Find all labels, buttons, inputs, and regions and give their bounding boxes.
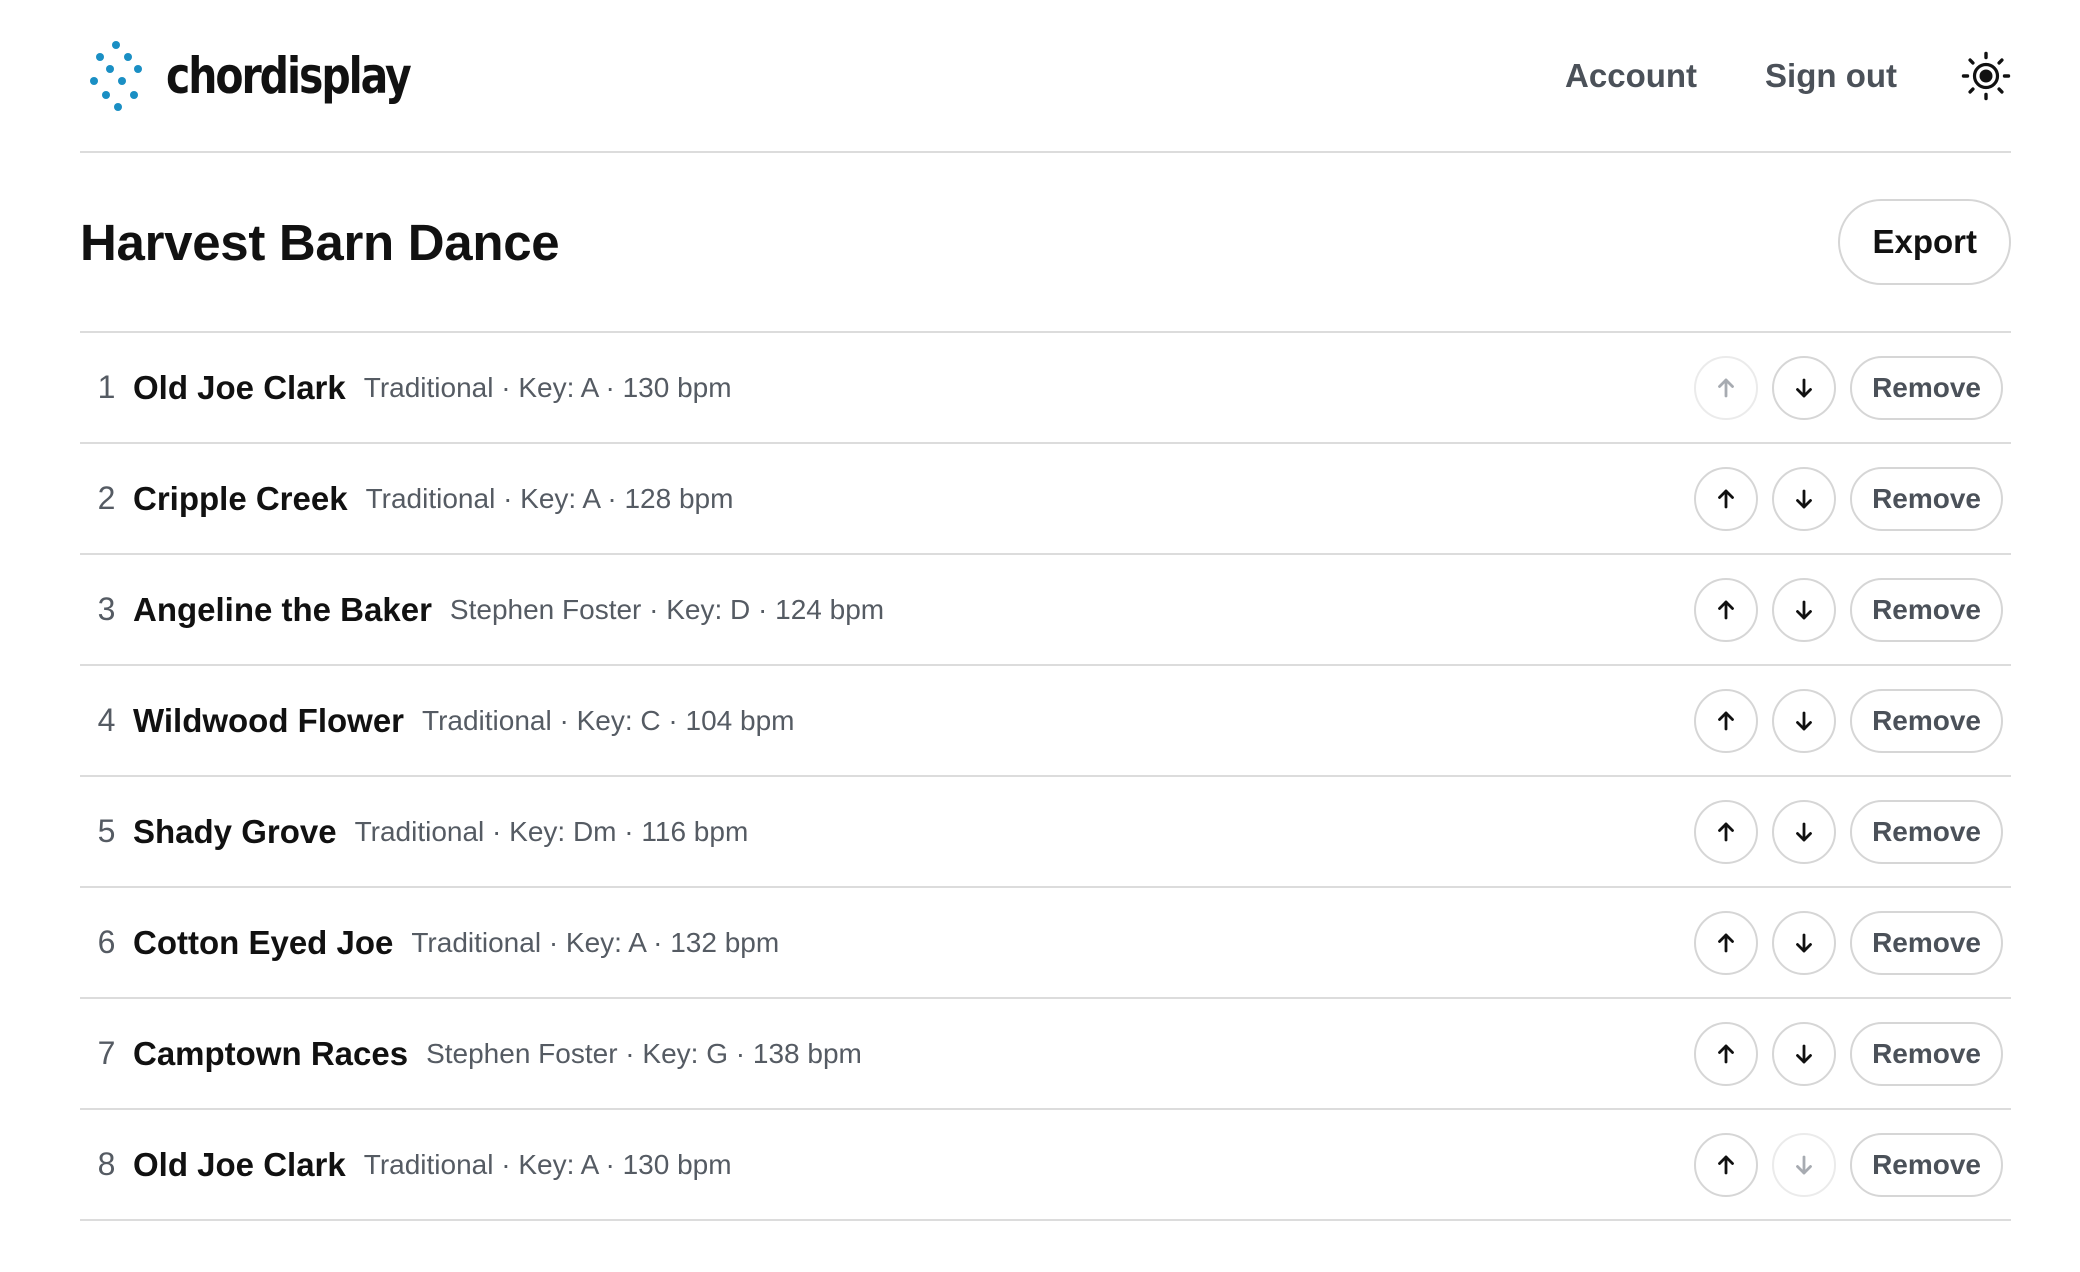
song-title: Cripple Creek (133, 479, 348, 517)
song-title: Angeline the Baker (133, 590, 432, 628)
song-index: 7 (97, 1035, 116, 1071)
song-index: 1 (97, 369, 116, 405)
move-down-button[interactable] (1772, 355, 1837, 420)
song-meta: Traditional · Key: A · 130 bpm (363, 371, 732, 403)
song-title: Old Joe Clark (133, 1145, 346, 1183)
theme-toggle-button[interactable] (1961, 51, 2011, 101)
arrow-down-icon (1791, 597, 1817, 623)
move-up-button[interactable] (1694, 688, 1759, 753)
remove-button[interactable]: Remove (1850, 577, 2003, 642)
nav-sign-out-link[interactable]: Sign out (1765, 57, 1897, 95)
song-title: Old Joe Clark (133, 368, 346, 406)
move-down-button[interactable] (1772, 1021, 1837, 1086)
song-index: 6 (97, 924, 116, 960)
page-title: Harvest Barn Dance (80, 213, 560, 271)
song-title: Camptown Races (133, 1034, 409, 1072)
move-down-button[interactable] (1772, 466, 1837, 531)
song-meta: Traditional · Key: A · 128 bpm (365, 482, 734, 514)
arrow-down-icon (1791, 930, 1817, 956)
arrow-up-icon (1713, 819, 1739, 845)
brand-name: chordisplay (166, 46, 412, 105)
arrow-up-icon (1713, 930, 1739, 956)
remove-button[interactable]: Remove (1850, 1021, 2003, 1086)
remove-button[interactable]: Remove (1850, 910, 2003, 975)
song-index: 3 (97, 591, 116, 627)
song-meta: Stephen Foster · Key: D · 124 bpm (449, 593, 885, 625)
arrow-up-icon (1713, 597, 1739, 623)
row-actions: Remove (1694, 688, 2003, 753)
arrow-down-icon (1791, 1152, 1817, 1178)
move-up-button[interactable] (1694, 910, 1759, 975)
page: chordisplay Account Sign out Harvest Bar… (0, 0, 2080, 1272)
remove-button[interactable]: Remove (1850, 688, 2003, 753)
arrow-down-icon (1791, 375, 1817, 401)
move-up-button[interactable] (1694, 577, 1759, 642)
top-nav: Account Sign out (1497, 51, 2011, 101)
arrow-down-icon (1791, 1041, 1817, 1067)
arrow-up-icon (1713, 708, 1739, 734)
row-actions: Remove (1694, 1132, 2003, 1197)
remove-button[interactable]: Remove (1850, 355, 2003, 420)
export-button[interactable]: Export (1838, 199, 2011, 285)
song-index: 8 (97, 1146, 116, 1182)
move-up-button[interactable] (1694, 799, 1759, 864)
row-actions: Remove (1694, 910, 2003, 975)
move-down-button[interactable] (1772, 577, 1837, 642)
move-down-button[interactable] (1772, 910, 1837, 975)
move-up-button (1694, 355, 1759, 420)
arrow-up-icon (1713, 486, 1739, 512)
arrow-up-icon (1713, 1041, 1739, 1067)
arrow-up-icon (1713, 1152, 1739, 1178)
song-meta: Traditional · Key: A · 132 bpm (411, 926, 780, 958)
song-meta: Traditional · Key: C · 104 bpm (422, 704, 795, 736)
song-row: 7 Camptown Races Stephen Foster · Key: G ·… (80, 999, 2011, 1110)
row-actions: Remove (1694, 466, 2003, 531)
arrow-down-icon (1791, 819, 1817, 845)
row-actions: Remove (1694, 577, 2003, 642)
song-list: 1 Old Joe Clark Traditional · Key: A · 130… (80, 333, 2011, 1221)
song-meta: Stephen Foster · Key: G · 138 bpm (426, 1037, 862, 1069)
song-index: 4 (97, 702, 116, 738)
nav-account-link[interactable]: Account (1565, 57, 1697, 95)
song-row: 8 Old Joe Clark Traditional · Key: A · 130… (80, 1110, 2011, 1221)
arrow-down-icon (1791, 708, 1817, 734)
main-container: chordisplay Account Sign out Harvest Bar… (80, 0, 2011, 1221)
move-up-button[interactable] (1694, 1021, 1759, 1086)
song-row: 3 Angeline the Baker Stephen Foster · Key:… (80, 555, 2011, 666)
song-row: 6 Cotton Eyed Joe Traditional · Key: A · 1… (80, 888, 2011, 999)
song-title: Cotton Eyed Joe (133, 923, 394, 961)
move-up-button[interactable] (1694, 466, 1759, 531)
setlist-header: Harvest Barn Dance Export (80, 153, 2011, 333)
brand-link[interactable]: chordisplay (80, 40, 463, 111)
song-meta: Traditional · Key: Dm · 116 bpm (354, 815, 749, 847)
remove-button[interactable]: Remove (1850, 799, 2003, 864)
move-down-button[interactable] (1772, 799, 1837, 864)
arrow-down-icon (1791, 486, 1817, 512)
row-actions: Remove (1694, 1021, 2003, 1086)
song-index: 2 (97, 480, 116, 516)
move-down-button[interactable] (1772, 688, 1837, 753)
app-header: chordisplay Account Sign out (80, 0, 2011, 153)
arrow-up-icon (1713, 375, 1739, 401)
row-actions: Remove (1694, 355, 2003, 420)
song-row: 5 Shady Grove Traditional · Key: Dm · 116 … (80, 777, 2011, 888)
song-meta: Traditional · Key: A · 130 bpm (363, 1148, 732, 1180)
logo-icon (80, 40, 156, 111)
move-down-button (1772, 1132, 1837, 1197)
remove-button[interactable]: Remove (1850, 466, 2003, 531)
move-up-button[interactable] (1694, 1132, 1759, 1197)
sun-icon (1961, 51, 2011, 100)
song-index: 5 (97, 813, 116, 849)
song-row: 4 Wildwood Flower Traditional · Key: C · 1… (80, 666, 2011, 777)
song-title: Wildwood Flower (133, 701, 405, 739)
song-title: Shady Grove (133, 812, 337, 850)
song-row: 2 Cripple Creek Traditional · Key: A · 128… (80, 444, 2011, 555)
row-actions: Remove (1694, 799, 2003, 864)
remove-button[interactable]: Remove (1850, 1132, 2003, 1197)
song-row: 1 Old Joe Clark Traditional · Key: A · 130… (80, 333, 2011, 444)
